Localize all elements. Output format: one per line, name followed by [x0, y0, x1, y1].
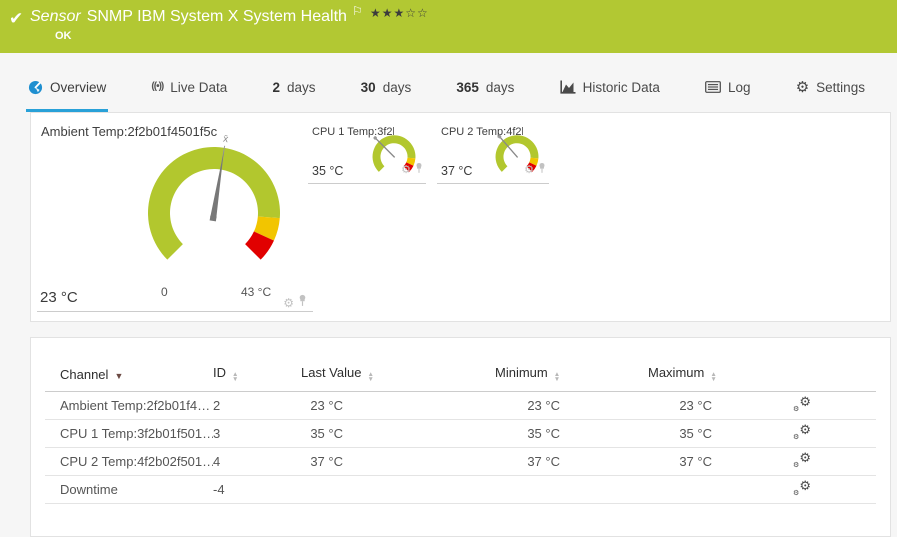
sort-icon: ▲ ▼	[232, 371, 239, 383]
overview-gauges-panel: Ambient Temp:2f2b01f4501f5c x̄ 0 43 °C 2…	[30, 112, 891, 322]
log-icon	[705, 81, 721, 93]
tab-settings[interactable]: ⚙ Settings	[794, 53, 867, 112]
tab-live-data[interactable]: ((•)) Live Data	[149, 53, 229, 112]
column-header-last-value[interactable]: Last Value ▲ ▼	[301, 365, 495, 383]
channel-id: 3	[213, 426, 221, 441]
priority-flag-icon[interactable]: ⚐	[352, 4, 363, 18]
tab-overview[interactable]: Overview	[26, 53, 109, 112]
tab-number: 30	[360, 79, 376, 95]
table-row: CPU 2 Temp:4f2b02f501… 4 37 °C 37 °C 37 …	[45, 448, 876, 476]
column-header-maximum[interactable]: Maximum ▲ ▼	[648, 365, 793, 383]
tab-label: Historic Data	[582, 79, 660, 95]
gauge-needle: x̄	[209, 134, 229, 222]
gauge-current-value: 35 °C	[312, 164, 344, 178]
channel-minimum: 37 °C	[527, 454, 560, 469]
channel-last-value: 35 °C	[310, 426, 343, 441]
channel-table: Channel ▼ ID ▲ ▼ Last Value ▲ ▼ Minimum ▲ ▼ Max…	[45, 338, 876, 504]
gauge-settings-gear-icon[interactable]: ⚙	[524, 164, 534, 176]
tab-label: Settings	[816, 79, 865, 95]
column-header-minimum[interactable]: Minimum ▲ ▼	[495, 365, 648, 383]
gauge-scale-max: 43 °C	[241, 285, 272, 299]
column-header-channel[interactable]: Channel ▼	[45, 367, 213, 382]
channel-id: 2	[213, 398, 221, 413]
edit-channel-gears-icon[interactable]: ⚙ ⚙	[793, 423, 811, 441]
channel-last-value: 23 °C	[310, 398, 343, 413]
tab-365-days[interactable]: 365 days	[454, 53, 516, 112]
tab-number: 2	[272, 79, 280, 95]
table-row: Downtime -4 ⚙ ⚙	[45, 476, 876, 504]
sort-icon: ▲ ▼	[553, 371, 561, 383]
channel-maximum: 35 °C	[679, 426, 712, 441]
sensor-status-header: ✔ Sensor SNMP IBM System X System Health …	[0, 0, 897, 53]
channel-minimum: 23 °C	[527, 398, 560, 413]
channel-id: -4	[213, 482, 225, 497]
sort-desc-icon: ▼	[114, 371, 124, 381]
tab-label: Overview	[50, 79, 107, 95]
gauge-tile-cpu1-temp: CPU 1 Temp:3f2b01f5… 35 °C ⚙	[308, 122, 426, 184]
channel-maximum: 23 °C	[679, 398, 712, 413]
tab-label: Live Data	[170, 79, 228, 95]
channel-last-value: 37 °C	[310, 454, 343, 469]
gauge-icon	[28, 80, 43, 95]
ambient-temp-gauge: x̄	[148, 134, 281, 260]
settings-gear-icon: ⚙	[795, 78, 810, 96]
gauge-settings-gear-icon[interactable]: ⚙	[283, 297, 294, 309]
status-badge: OK	[55, 30, 72, 42]
gauge-pin-icon[interactable]	[298, 294, 307, 312]
sensor-kind-label: Sensor	[30, 8, 81, 25]
tab-30-days[interactable]: 30 days	[359, 53, 414, 112]
tab-historic-data[interactable]: Historic Data	[558, 53, 662, 112]
sort-icon: ▲ ▼	[367, 371, 374, 383]
tab-label: days	[485, 79, 515, 95]
table-row: Ambient Temp:2f2b01f4… 2 23 °C 23 °C 23 …	[45, 392, 876, 420]
gauge-settings-gear-icon[interactable]: ⚙	[401, 164, 411, 176]
tab-bar: Overview ((•)) Live Data 2 days 30 days …	[0, 53, 897, 112]
tab-2-days[interactable]: 2 days	[270, 53, 317, 112]
column-header-id[interactable]: ID ▲ ▼	[213, 365, 301, 383]
average-marker: x̄	[222, 134, 229, 146]
tab-label: Log	[728, 79, 751, 95]
channel-name: Downtime	[60, 482, 118, 497]
priority-stars[interactable]: ★★★☆☆	[370, 6, 429, 20]
gauge-current-value: 37 °C	[441, 164, 473, 178]
channel-table-panel: Channel ▼ ID ▲ ▼ Last Value ▲ ▼ Minimum ▲ ▼ Max…	[30, 337, 891, 537]
sort-icon: ▲ ▼	[710, 371, 717, 383]
table-row: CPU 1 Temp:3f2b01f501… 3 35 °C 35 °C 35 …	[45, 420, 876, 448]
channel-name: CPU 2 Temp:4f2b02f501…	[60, 454, 213, 469]
edit-channel-gears-icon[interactable]: ⚙ ⚙	[793, 479, 811, 497]
tab-number: 365	[456, 79, 479, 95]
status-check-icon: ✔	[9, 9, 24, 28]
tab-label: days	[382, 79, 412, 95]
gauge-pin-icon[interactable]	[538, 161, 546, 179]
edit-channel-gears-icon[interactable]: ⚙ ⚙	[793, 395, 811, 413]
gauge-pin-icon[interactable]	[415, 161, 423, 179]
edit-channel-gears-icon[interactable]: ⚙ ⚙	[793, 451, 811, 469]
table-header-row: Channel ▼ ID ▲ ▼ Last Value ▲ ▼ Minimum ▲ ▼ Max…	[45, 338, 876, 392]
gauge-current-value: 23 °C	[40, 289, 78, 306]
tab-label: days	[286, 79, 316, 95]
channel-name: CPU 1 Temp:3f2b01f501…	[60, 426, 213, 441]
gauge-tile-ambient-temp: Ambient Temp:2f2b01f4501f5c x̄ 0 43 °C 2…	[37, 118, 313, 312]
gauge-scale-min: 0	[161, 285, 168, 299]
historic-chart-icon	[559, 80, 576, 94]
gauge-tile-cpu2-temp: CPU 2 Temp:4f2b02f5… 37 °C ⚙	[437, 122, 549, 184]
channel-minimum: 35 °C	[527, 426, 560, 441]
channel-name: Ambient Temp:2f2b01f4…	[60, 398, 211, 413]
channel-maximum: 37 °C	[679, 454, 712, 469]
sensor-title-line: Sensor SNMP IBM System X System Health	[30, 8, 347, 26]
channel-id: 4	[213, 454, 221, 469]
page-title: SNMP IBM System X System Health	[86, 8, 347, 25]
tab-log[interactable]: Log	[703, 53, 753, 112]
